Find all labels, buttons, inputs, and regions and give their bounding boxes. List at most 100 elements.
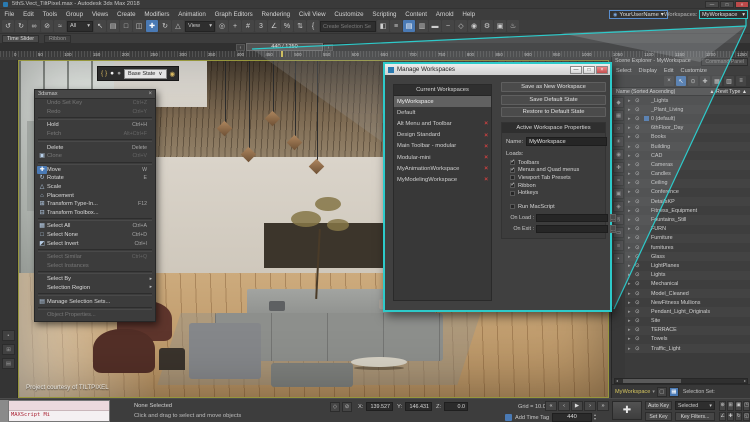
scene-row[interactable]: ▸ ⊙ Books [625, 132, 750, 142]
scene-row[interactable]: ▸ ⊙ LightPlanes [625, 261, 750, 271]
visibility-eye-icon[interactable]: ⊙ [635, 180, 644, 186]
previous-frame-button[interactable]: ‹ [558, 401, 570, 411]
scene-row[interactable]: ▸ ⊙ Traffic_Light [625, 344, 750, 353]
dialog-button[interactable]: Save as New Workspace [501, 82, 606, 92]
visibility-eye-icon[interactable]: ⊙ [635, 199, 644, 205]
menu-item[interactable]: Content [401, 11, 431, 18]
expand-arrow-icon[interactable]: ▸ [628, 291, 635, 297]
pan-icon[interactable]: ✚ [727, 411, 734, 421]
go-to-end-button[interactable]: » [597, 401, 609, 411]
tab-time-slider[interactable]: Time Slider [2, 35, 40, 43]
geometry-icon[interactable]: ▦ [613, 110, 624, 121]
scene-row[interactable]: ▸ ⊙ Furniture [625, 233, 750, 243]
rendered-frame-icon[interactable]: ▣ [494, 20, 506, 32]
angle-snap-icon[interactable]: ∠ [268, 20, 280, 32]
window-titlebar[interactable]: 5thS.Vect_TiltPixel.max - Autodesk 3ds M… [0, 0, 750, 9]
unlink-icon[interactable]: ⊘ [41, 20, 53, 32]
workspace-list-item[interactable]: MyAnimationWorkspace × [394, 163, 491, 174]
menu-item[interactable]: Edit [19, 11, 38, 18]
expand-arrow-icon[interactable]: ▸ [628, 98, 635, 104]
quad-menu-item[interactable]: Delete Delete [35, 143, 155, 152]
expand-arrow-icon[interactable]: ▸ [628, 300, 635, 306]
quad-menu-item[interactable]: ◩ Select Invert Ctrl+I [35, 239, 155, 248]
isolate-selection-toggle[interactable]: ◇ [330, 402, 340, 412]
auto-key-button[interactable]: Auto Key [645, 401, 672, 410]
visibility-eye-icon[interactable]: ⊙ [635, 346, 644, 352]
rotate-icon[interactable]: ↻ [159, 20, 171, 32]
quad-menu-item[interactable]: Redo Ctrl+Y [35, 108, 155, 117]
isolate-button[interactable]: ▢ [656, 386, 667, 397]
visibility-eye-icon[interactable]: ⊙ [635, 125, 644, 131]
quad-menu-item[interactable] [38, 306, 152, 310]
visibility-eye-icon[interactable]: ⊙ [635, 327, 644, 333]
scene-explorer-menu-item[interactable]: Customize [681, 68, 707, 74]
checkbox[interactable] [510, 175, 515, 181]
quad-menu-item[interactable]: Select Instances [35, 262, 155, 271]
expand-arrow-icon[interactable]: ▸ [628, 318, 635, 324]
name-column-header[interactable]: Name (Sorted Ascending) [616, 89, 675, 95]
expand-arrow-icon[interactable]: ▸ [628, 263, 635, 269]
close-button[interactable]: × [596, 65, 608, 74]
y-coordinate-field[interactable] [405, 402, 432, 411]
menu-item[interactable]: Tools [38, 11, 61, 18]
previous-frame-arrow[interactable]: ‹ [236, 43, 245, 51]
menu-item[interactable]: Animation [174, 11, 210, 18]
layer-manager-icon[interactable]: ≡ [390, 20, 402, 32]
coord-system-dropdown[interactable]: View ▾ [185, 20, 215, 32]
delete-workspace-icon[interactable]: × [484, 120, 488, 127]
visibility-eye-icon[interactable]: ⊙ [635, 98, 644, 104]
materials-icon[interactable]: ≡ [613, 240, 624, 251]
workspace-list-item[interactable]: MyWorkspace × [394, 96, 491, 108]
menu-item[interactable]: Arnold [431, 11, 458, 18]
expand-arrow-icon[interactable]: ▸ [628, 107, 635, 113]
render-setup-icon[interactable]: ⚙ [481, 20, 493, 32]
x-coordinate-field[interactable] [366, 402, 393, 411]
maxscript-macro-line[interactable] [9, 401, 109, 411]
quad-menu-item[interactable]: Undo Set Key Ctrl+Z [35, 99, 155, 108]
workspace-name-input[interactable] [526, 137, 608, 146]
maximize-viewport-icon[interactable]: ◱ [743, 411, 750, 421]
expand-arrow-icon[interactable]: ▸ [628, 144, 635, 150]
properties-icon[interactable]: ▦ [712, 76, 722, 86]
visibility-eye-icon[interactable]: ⊙ [635, 254, 644, 260]
delete-workspace-icon[interactable]: × [484, 154, 488, 161]
quad-menu-item[interactable]: ✚ Move W [35, 165, 155, 175]
xref-icon[interactable]: ◈ [613, 201, 624, 212]
expand-arrow-icon[interactable]: ▸ [628, 199, 635, 205]
expand-arrow-icon[interactable]: ▸ [628, 171, 635, 177]
visibility-eye-icon[interactable]: ⊙ [635, 189, 644, 195]
minimize-button[interactable]: — [570, 65, 582, 74]
scene-row[interactable]: ▸ ⊙ Pendant_Light_Originals [625, 307, 750, 317]
quad-menu-item[interactable]: □ Select None Ctrl+D [35, 231, 155, 240]
expand-arrow-icon[interactable]: ▸ [628, 208, 635, 214]
quad-menu-item[interactable]: ⌂ Placement [35, 191, 155, 200]
side-strip-button[interactable]: ⊞ [2, 344, 15, 355]
scene-row[interactable]: ▸ ⊙ Conference [625, 187, 750, 198]
type-column-header[interactable]: ▲ Revit Type ▲ [709, 89, 747, 95]
snapshot-icon[interactable]: ● [110, 70, 114, 77]
orbit-icon[interactable]: ↻ [735, 411, 742, 421]
camera-icon[interactable]: ◉ [170, 70, 176, 78]
quad-menu-item[interactable] [38, 161, 152, 165]
close-button[interactable]: × [735, 0, 749, 8]
visibility-eye-icon[interactable]: ⊙ [635, 116, 644, 122]
side-strip-button[interactable]: ▤ [2, 358, 15, 369]
visibility-eye-icon[interactable]: ⊙ [635, 162, 644, 168]
maximize-button[interactable]: □ [720, 0, 734, 8]
snaps-toggle-icon[interactable]: 3 [255, 20, 267, 32]
selection-filter-dropdown[interactable]: All ▾ [67, 20, 93, 32]
key-filters-button[interactable]: Key Filters... [675, 411, 715, 421]
add-time-tag[interactable]: Add Time Tag [515, 415, 549, 421]
expand-arrow-icon[interactable]: ▸ [628, 336, 635, 342]
quad-menu-item[interactable]: Select Similar Ctrl+Q [35, 253, 155, 262]
z-coordinate-field[interactable] [444, 402, 468, 411]
bind-spacewarp-icon[interactable]: ≈ [54, 20, 66, 32]
workspace-list-item[interactable]: Design Standard × [394, 130, 491, 141]
ribbon-toggle-icon[interactable]: ▬ [429, 20, 441, 32]
lights-icon[interactable]: ☀ [613, 136, 624, 147]
play-button[interactable]: ▶ [571, 401, 583, 411]
delete-workspace-icon[interactable]: × [484, 132, 488, 139]
expand-arrow-icon[interactable]: ▸ [628, 125, 635, 131]
state-sets-icon[interactable]: { } [101, 70, 107, 77]
scene-row[interactable]: ▸ ⊙ 6thFloor_Day [625, 123, 750, 133]
